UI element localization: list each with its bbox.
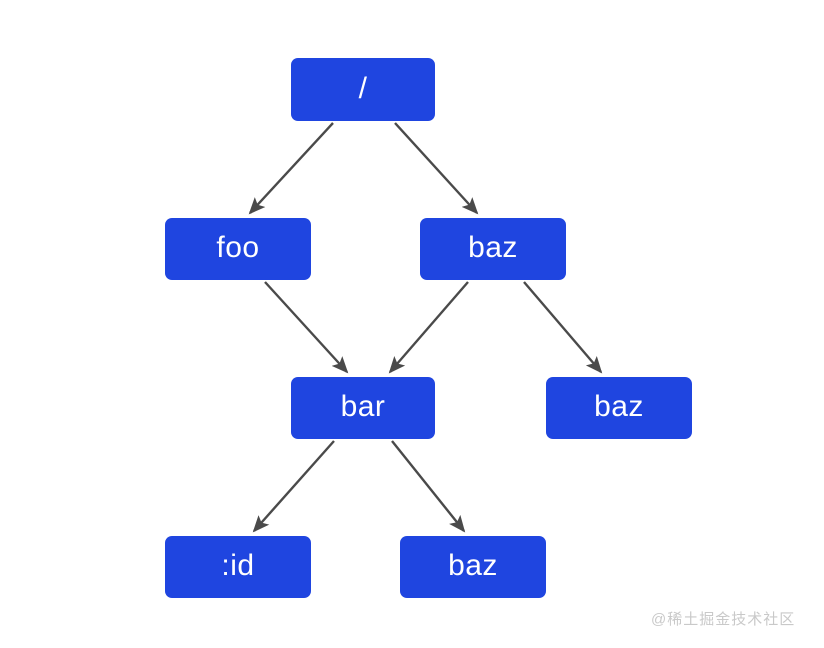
diagram-canvas: / foo baz bar baz :id baz @稀土掘金技术社区 bbox=[0, 0, 824, 648]
node-label-baz-bottom: baz bbox=[448, 549, 498, 582]
node-label-baz-right: baz bbox=[594, 390, 644, 423]
node-baz-right[interactable]: baz bbox=[546, 377, 692, 439]
node-label-foo: foo bbox=[216, 231, 260, 264]
edges-group bbox=[248, 122, 603, 533]
node-baz-bottom[interactable]: baz bbox=[400, 536, 546, 598]
node-root[interactable]: / bbox=[291, 58, 435, 121]
edge-root-baz bbox=[394, 122, 479, 215]
edge-bar-id bbox=[252, 440, 335, 533]
node-label-id-param: :id bbox=[221, 549, 255, 582]
node-id-param[interactable]: :id bbox=[165, 536, 311, 598]
watermark: @稀土掘金技术社区 bbox=[651, 611, 796, 628]
edge-baz-bazright bbox=[523, 281, 603, 374]
edge-bar-bazbottom bbox=[391, 440, 466, 533]
node-bar[interactable]: bar bbox=[291, 377, 435, 439]
node-label-baz-mid: baz bbox=[468, 231, 518, 264]
node-baz-mid[interactable]: baz bbox=[420, 218, 566, 280]
edge-foo-bar bbox=[264, 281, 349, 374]
node-label-bar: bar bbox=[340, 390, 386, 423]
node-label-root: / bbox=[358, 71, 368, 105]
node-foo[interactable]: foo bbox=[165, 218, 311, 280]
edge-root-foo bbox=[248, 122, 334, 215]
edge-baz-bar bbox=[388, 281, 469, 374]
